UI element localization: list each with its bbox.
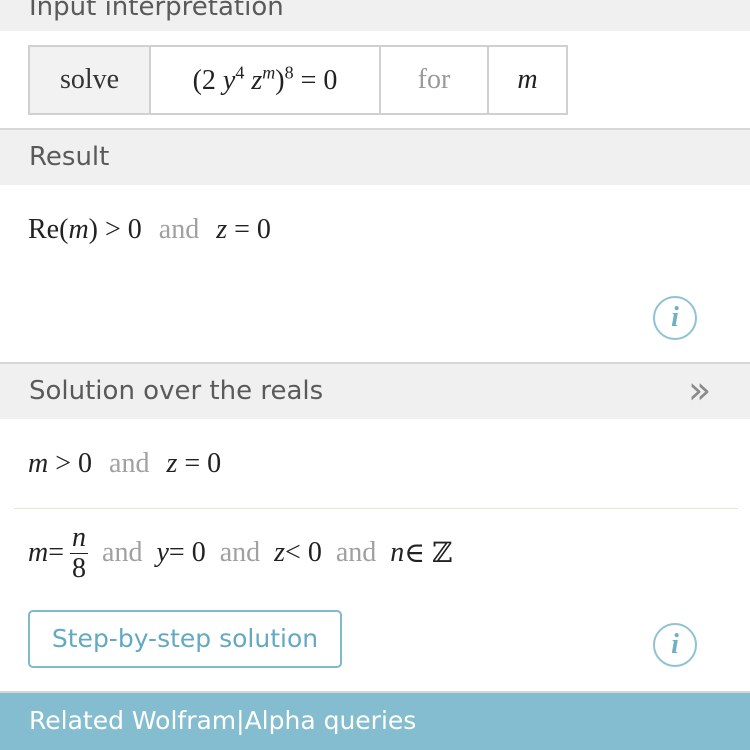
y-cond: = 0 bbox=[168, 537, 206, 568]
z-cond: = 0 bbox=[227, 214, 271, 245]
reals-info-icon[interactable]: i bbox=[653, 623, 697, 667]
result-expression: Re(m) > 0 and z = 0 bbox=[28, 214, 271, 246]
fraction-numerator: n bbox=[72, 521, 87, 553]
and-word: and bbox=[335, 537, 377, 568]
z-cond: < 0 bbox=[285, 537, 322, 568]
solve-label: solve bbox=[59, 64, 120, 95]
section-title: Input interpretation bbox=[29, 0, 284, 22]
eq-close: ) bbox=[275, 65, 285, 97]
z-var: z bbox=[216, 214, 228, 245]
input-interpretation-table: solve (2 y4 zm)8 = 0 for m bbox=[28, 45, 568, 115]
real-solution-2: m = n 8 and y = 0 and z < 0 and n ∈ ℤ bbox=[28, 518, 452, 588]
z-var: z bbox=[274, 537, 286, 568]
variable-label: m bbox=[517, 64, 538, 95]
re-var: m bbox=[68, 214, 89, 245]
eq-open: (2 bbox=[192, 65, 223, 97]
related-queries-label: Related Wolfram|Alpha queries bbox=[29, 706, 417, 735]
eq-z-exp: m bbox=[262, 62, 276, 83]
eq-sign: = bbox=[48, 537, 65, 568]
m-var: m bbox=[28, 537, 49, 568]
for-label: for bbox=[417, 64, 451, 95]
re-open: Re( bbox=[28, 214, 69, 245]
reals-header: Solution over the reals » bbox=[0, 364, 750, 419]
eq-rhs: = 0 bbox=[293, 65, 338, 97]
equation: (2 y4 zm)8 = 0 bbox=[192, 62, 338, 97]
fraction: n 8 bbox=[70, 521, 89, 584]
eq-y: y bbox=[222, 65, 236, 97]
z-cond: = 0 bbox=[177, 448, 222, 479]
z-var: z bbox=[166, 448, 178, 479]
real-solution-1: m > 0 and z = 0 bbox=[28, 448, 221, 480]
input-interpretation-header: Input interpretation bbox=[0, 0, 750, 31]
and-word: and bbox=[158, 214, 200, 245]
eq-y-exp: 4 bbox=[235, 62, 245, 83]
section-title: Solution over the reals bbox=[29, 376, 324, 406]
equation-cell: (2 y4 zm)8 = 0 bbox=[149, 45, 381, 115]
m-cond: > 0 bbox=[48, 448, 93, 479]
related-queries-bar[interactable]: Related Wolfram|Alpha queries bbox=[0, 693, 750, 750]
step-by-step-button[interactable]: Step-by-step solution bbox=[28, 610, 342, 668]
solution-divider bbox=[14, 508, 738, 509]
and-word: and bbox=[219, 537, 261, 568]
variable-cell: m bbox=[487, 45, 568, 115]
section-title: Result bbox=[29, 142, 110, 172]
eq-z: z bbox=[244, 65, 263, 97]
m-var: m bbox=[28, 448, 49, 479]
and-word: and bbox=[109, 448, 150, 479]
n-var: n bbox=[390, 537, 405, 568]
solve-cell: solve bbox=[28, 45, 151, 115]
result-header: Result bbox=[0, 130, 750, 185]
result-info-icon[interactable]: i bbox=[653, 296, 697, 340]
and-word: and bbox=[102, 537, 143, 568]
for-cell: for bbox=[379, 45, 489, 115]
n-cond: ∈ ℤ bbox=[404, 538, 453, 569]
fraction-denominator: 8 bbox=[72, 552, 87, 584]
eq-outer-exp: 8 bbox=[284, 62, 294, 83]
more-chevron-icon[interactable]: » bbox=[688, 368, 711, 412]
y-var: y bbox=[156, 537, 169, 568]
re-cond: ) > 0 bbox=[88, 214, 142, 245]
